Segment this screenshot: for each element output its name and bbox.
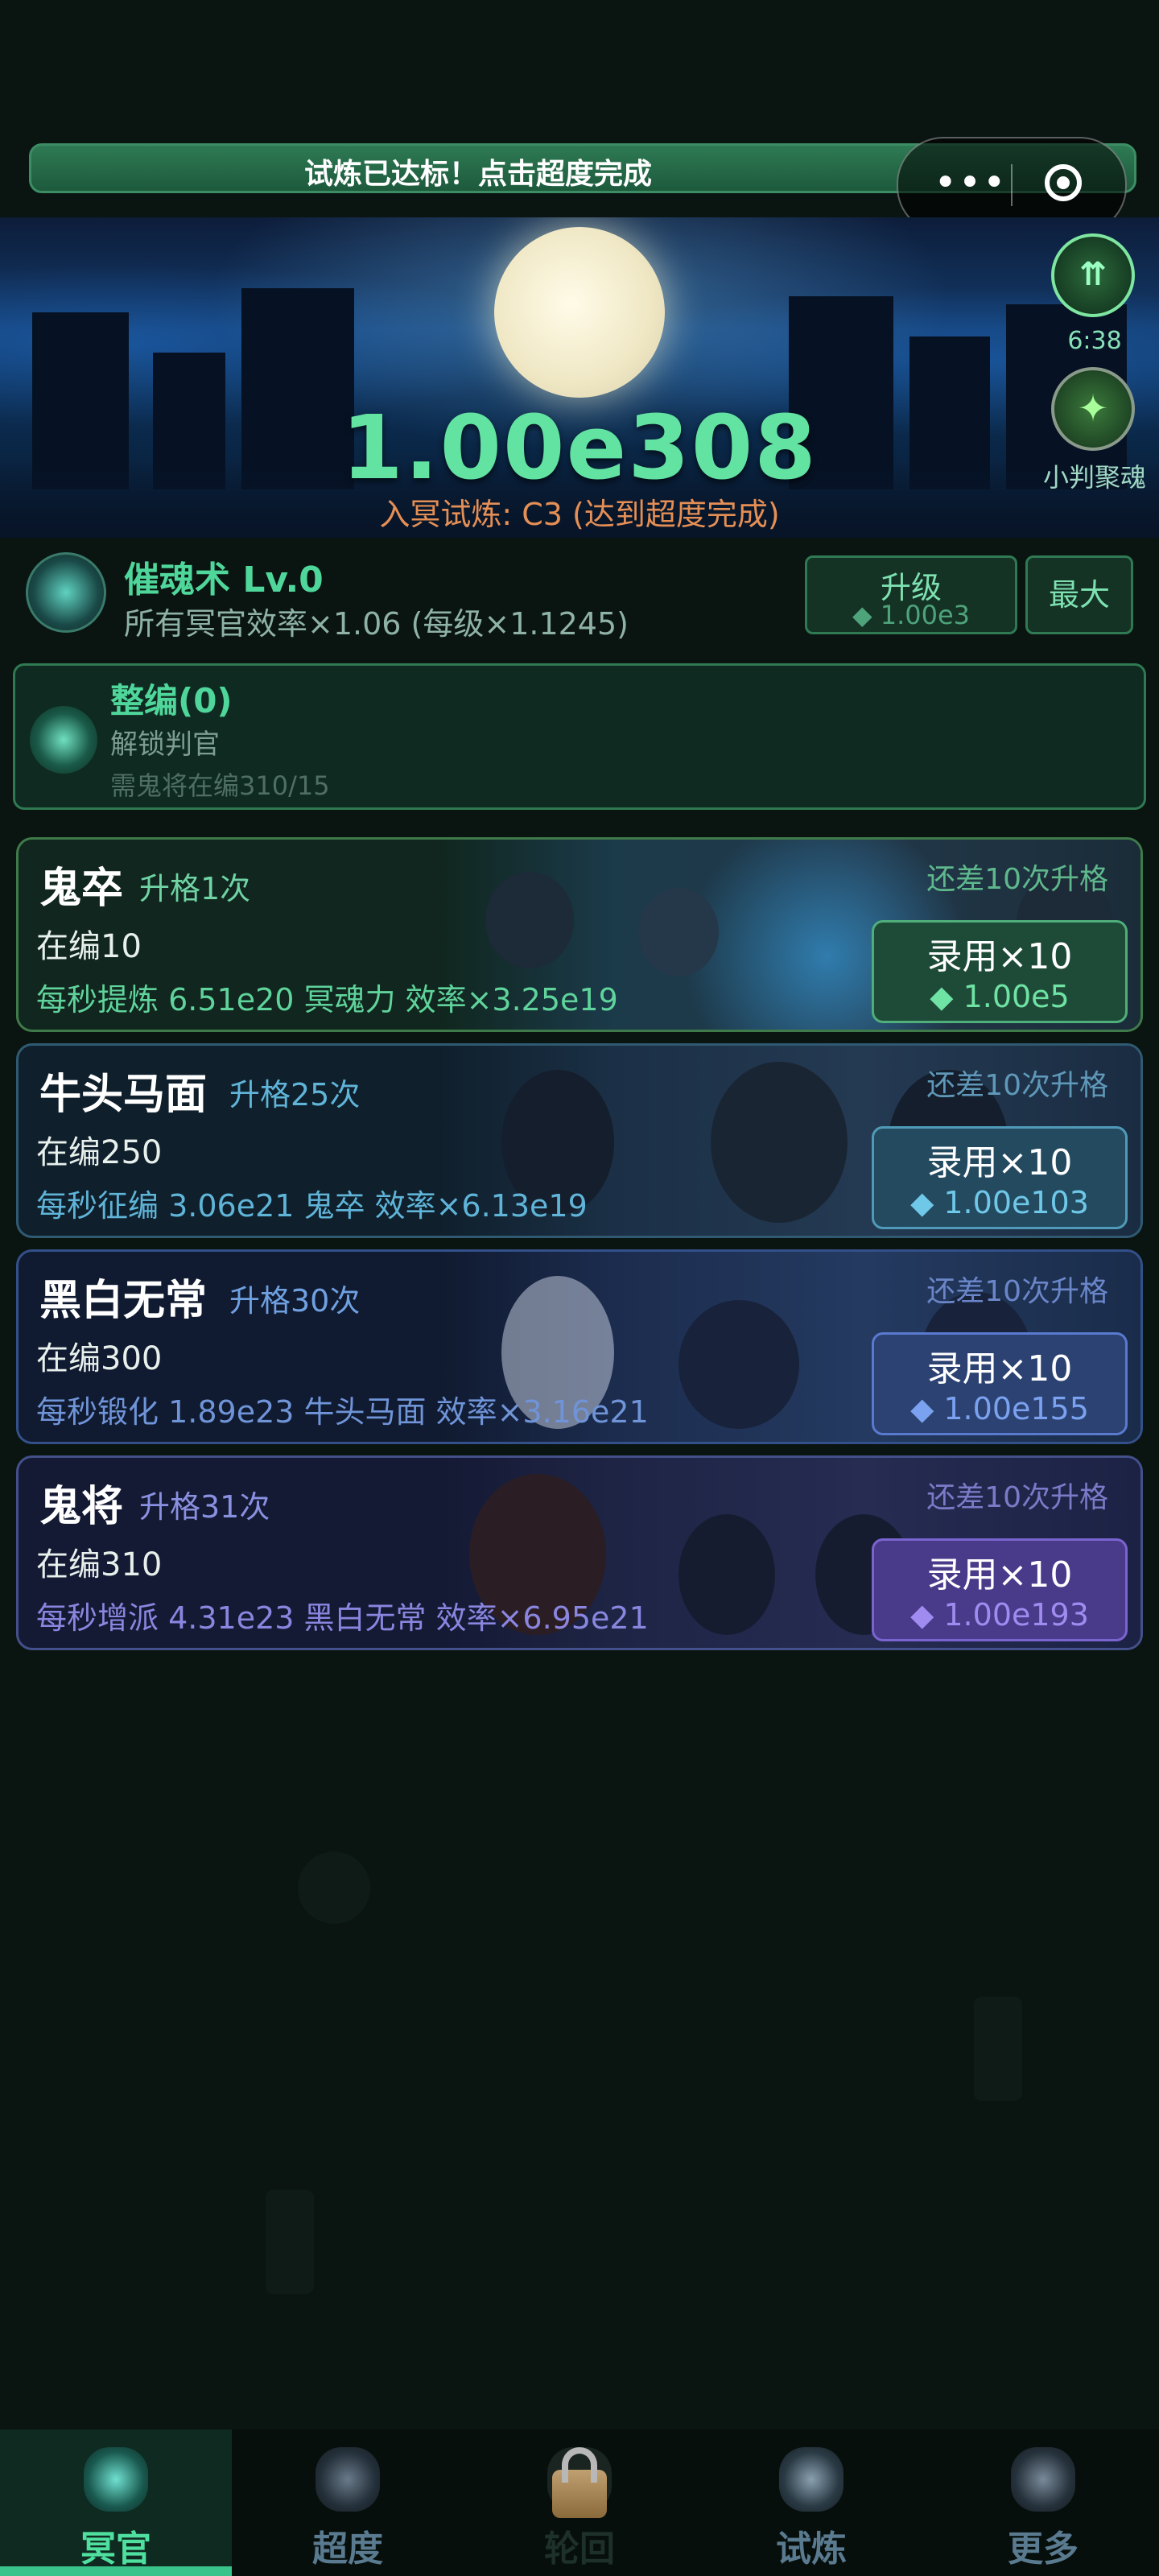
unit-count: 在编310 — [36, 1546, 163, 1583]
recruit-button[interactable]: 录用×10 ◆ 1.00e5 — [872, 920, 1128, 1023]
tab-label: 更多 — [1008, 2529, 1079, 2570]
decor-tablet-icon — [266, 2190, 314, 2294]
more-menu-icon[interactable]: ••• — [930, 163, 1011, 208]
reorganize-title: 整编(0) — [110, 681, 233, 720]
lock-shackle — [562, 2447, 597, 2483]
soul-gather-label: 小判聚魂 — [1042, 462, 1146, 493]
unit-need: 还差10次升格 — [926, 1481, 1108, 1514]
skill-description: 所有冥官效率×1.06 (每级×1.1245) — [124, 606, 629, 642]
trial-complete-text: 试炼已达标！点击超度完成 — [303, 158, 652, 191]
deliverance-icon — [316, 2447, 380, 2512]
unit-count: 在编300 — [36, 1340, 163, 1377]
recruit-button[interactable]: 录用×10 ◆ 1.00e103 — [872, 1126, 1128, 1229]
soul-gather-icon[interactable]: ✦ — [1051, 367, 1135, 451]
recruit-cost: ◆ 1.00e103 — [910, 1185, 1089, 1220]
close-target-icon[interactable] — [1045, 164, 1082, 201]
unit-count: 在编250 — [36, 1134, 163, 1171]
unit-need: 还差10次升格 — [926, 863, 1108, 896]
reorganize-card[interactable]: 整编(0) 解锁判官 需鬼将在编310/15 — [13, 663, 1146, 810]
reorganize-unlock-text: 解锁判官 — [110, 729, 220, 761]
recruit-button[interactable]: 录用×10 ◆ 1.00e193 — [872, 1538, 1128, 1641]
capsule-divider — [1011, 164, 1013, 206]
unit-card-black-white-impermanence: 黑白无常 升格30次 在编300 每秒锻化 1.89e23 牛头马面 效率×3.… — [16, 1249, 1143, 1444]
unit-need: 还差10次升格 — [926, 1275, 1108, 1308]
tab-label: 轮回 — [544, 2529, 615, 2570]
unit-count: 在编10 — [36, 928, 142, 965]
decor-swirl-icon — [298, 1852, 370, 1924]
officials-icon — [84, 2447, 148, 2512]
skill-max-button[interactable]: 最大 — [1025, 555, 1133, 634]
tab-trial[interactable]: 试炼 — [695, 2429, 927, 2576]
unit-rank: 升格25次 — [229, 1077, 361, 1113]
active-tab-indicator — [0, 2566, 232, 2576]
tab-label: 试炼 — [776, 2529, 847, 2570]
unit-name: 黑白无常 — [39, 1277, 208, 1325]
soul-power-total: 1.00e308 — [341, 396, 818, 499]
unit-card-ox-horse: 牛头马面 升格25次 在编250 每秒征编 3.06e21 鬼卒 效率×6.13… — [16, 1043, 1143, 1238]
boost-timer-text: 6:38 — [1067, 327, 1122, 355]
tab-deliverance[interactable]: 超度 — [232, 2429, 464, 2576]
reorganize-requirement: 需鬼将在编310/15 — [110, 770, 330, 801]
recruit-cost: ◆ 1.00e5 — [930, 979, 1070, 1014]
unit-rate: 每秒征编 3.06e21 鬼卒 效率×6.13e19 — [36, 1188, 588, 1224]
unit-rank: 升格31次 — [139, 1489, 270, 1525]
recruit-cost: ◆ 1.00e193 — [910, 1597, 1089, 1633]
unit-card-ghost-soldier: 鬼卒 升格1次 在编10 每秒提炼 6.51e20 冥魂力 效率×3.25e19… — [16, 837, 1143, 1032]
tab-officials[interactable]: 冥官 — [0, 2429, 232, 2576]
tab-reincarnation[interactable]: 轮回 — [464, 2429, 695, 2576]
recruit-label: 录用×10 — [926, 1142, 1073, 1183]
tab-label: 超度 — [312, 2529, 383, 2570]
unit-card-ghost-general: 鬼将 升格31次 在编310 每秒增派 4.31e23 黑白无常 效率×6.95… — [16, 1455, 1143, 1650]
reorganize-icon — [30, 706, 97, 774]
recruit-cost: ◆ 1.00e155 — [910, 1391, 1089, 1426]
boost-timer-icon[interactable]: ⇈ — [1051, 233, 1135, 317]
unit-rate: 每秒锻化 1.89e23 牛头马面 效率×3.16e21 — [36, 1394, 649, 1430]
unit-name: 牛头马面 — [39, 1071, 208, 1119]
unit-rank: 升格1次 — [139, 871, 251, 906]
bottom-nav: 冥官 超度 轮回 试炼 更多 — [0, 2429, 1159, 2576]
hero-banner: 1.00e308 入冥试炼: C3 (达到超度完成) — [0, 217, 1159, 538]
recruit-label: 录用×10 — [926, 1554, 1073, 1596]
skill-icon — [26, 552, 106, 633]
recruit-label: 录用×10 — [926, 1348, 1073, 1389]
unit-rank: 升格30次 — [229, 1283, 361, 1319]
unit-need: 还差10次升格 — [926, 1069, 1108, 1102]
trial-status: 入冥试炼: C3 (达到超度完成) — [379, 497, 780, 532]
recruit-label: 录用×10 — [926, 936, 1073, 977]
trial-icon — [779, 2447, 843, 2512]
decor-tablet-icon — [974, 1996, 1022, 2101]
moon-orb[interactable] — [494, 227, 665, 398]
unit-name: 鬼将 — [39, 1483, 124, 1531]
upgrade-cost: ◆ 1.00e3 — [852, 600, 971, 630]
unit-rate: 每秒增派 4.31e23 黑白无常 效率×6.95e21 — [36, 1600, 649, 1636]
unit-rate: 每秒提炼 6.51e20 冥魂力 效率×3.25e19 — [36, 982, 618, 1018]
tab-more[interactable]: 更多 — [927, 2429, 1159, 2576]
skill-title: 催魂术 Lv.0 — [124, 559, 324, 601]
more-icon — [1011, 2447, 1075, 2512]
recruit-button[interactable]: 录用×10 ◆ 1.00e155 — [872, 1332, 1128, 1435]
skill-upgrade-button[interactable]: 升级 ◆ 1.00e3 — [805, 555, 1017, 634]
tab-label: 冥官 — [80, 2529, 151, 2570]
unit-name: 鬼卒 — [39, 865, 124, 913]
